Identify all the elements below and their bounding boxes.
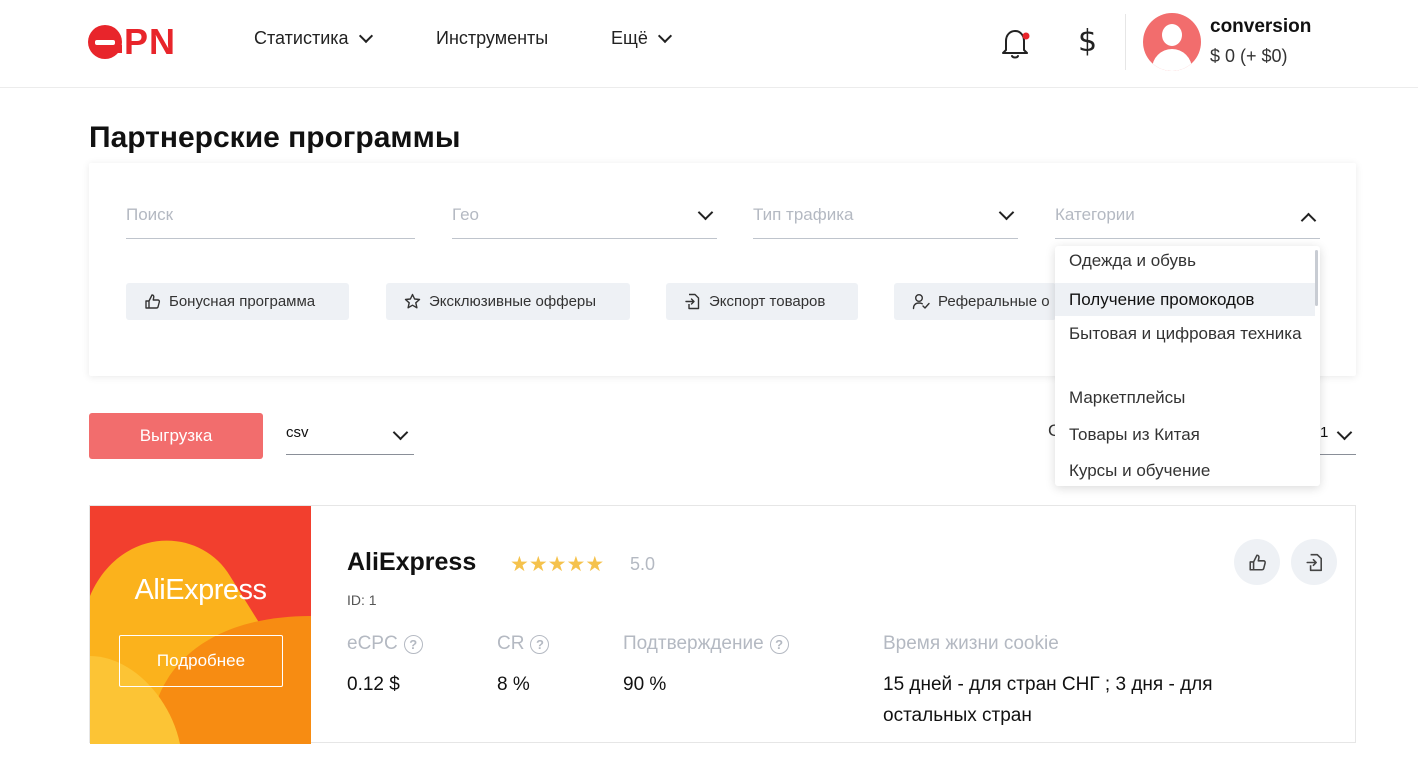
header-divider [1125, 14, 1126, 70]
cr-value: 8 % [497, 674, 530, 695]
page-title: Партнерские программы [89, 121, 461, 154]
nav-more-label: Ещё [611, 28, 648, 48]
chip-label: Эксклюзивные офферы [429, 293, 597, 310]
traffic-placeholder: Тип трафика [753, 205, 854, 224]
geo-placeholder: Гео [452, 205, 479, 224]
star-icon: ★ [547, 552, 567, 576]
geo-select[interactable]: Гео [452, 204, 717, 239]
category-option[interactable]: Курсы и обучение [1055, 457, 1315, 484]
user-name[interactable]: conversion [1210, 16, 1311, 38]
aliexpress-logo-text: AliExpress [134, 574, 268, 606]
dropdown-scrollbar[interactable] [1315, 250, 1318, 306]
nav-more[interactable]: Ещё [611, 28, 672, 49]
star-icon: ★ [510, 552, 529, 576]
bell-icon[interactable] [1000, 26, 1030, 60]
chevron-down-icon [1336, 424, 1353, 441]
avatar-person-icon [1162, 24, 1182, 46]
nav-tools[interactable]: Инструменты [436, 28, 548, 49]
search-placeholder: Поиск [126, 205, 174, 224]
export-format-select[interactable]: csv [286, 418, 414, 455]
categories-dropdown: Одежда и обувь Получение промокодов Быто… [1055, 246, 1320, 486]
sort-select[interactable]: 1 [1320, 418, 1356, 455]
offer-card: AliExpress Подробнее AliExpress ★ ★ ★ ★ … [89, 505, 1356, 744]
nav-tools-label: Инструменты [436, 28, 549, 48]
category-option[interactable]: Получение промокодов [1055, 283, 1315, 316]
categories-placeholder: Категории [1055, 205, 1135, 224]
top-header: PN Статистика Инструменты Ещё $ conversi… [0, 0, 1418, 88]
export-button[interactable]: Выгрузка [89, 413, 263, 459]
referral-chip[interactable]: Реферальные о [894, 283, 1056, 320]
export-products-chip[interactable]: Экспорт товаров [666, 283, 858, 320]
more-details-button[interactable]: Подробнее [119, 635, 283, 687]
logo-text: PN [124, 21, 177, 62]
offer-banner-shapes [90, 506, 311, 744]
star-icon: ★ [566, 552, 586, 576]
thumb-up-icon [145, 294, 161, 309]
help-icon[interactable]: ? [530, 634, 550, 654]
chip-label: Бонусная программа [169, 293, 316, 310]
star-icon: ★ [585, 552, 605, 576]
export-icon [685, 293, 700, 310]
nav-statistics-label: Статистика [254, 28, 349, 48]
bonus-program-chip[interactable]: Бонусная программа [126, 283, 349, 320]
export-offer-button[interactable] [1291, 539, 1337, 585]
offer-image[interactable]: AliExpress Подробнее [90, 506, 311, 744]
sort-value-fragment: 1 [1320, 424, 1329, 441]
chevron-down-icon [358, 28, 373, 43]
category-option[interactable]: Бытовая и цифровая техника [1055, 320, 1315, 347]
logo-e-mark-icon [88, 25, 122, 59]
chip-label: Экспорт товаров [709, 293, 826, 310]
cr-label: CR ? [497, 633, 550, 655]
like-offer-button[interactable] [1234, 539, 1280, 585]
chevron-down-icon [392, 424, 409, 441]
cookie-lifetime-label: Время жизни cookie [883, 633, 1059, 654]
user-balance: $ 0 (+ $0) [1210, 46, 1288, 66]
star-icon: ★ [528, 552, 548, 576]
cookie-lifetime-value: 15 дней - для стран СНГ ; 3 дня - для ос… [883, 674, 1213, 726]
rating-value: 5.0 [630, 554, 656, 574]
chip-label: Реферальные о [938, 293, 1050, 310]
approval-label: Подтверждение ? [623, 633, 789, 655]
export-format-value: csv [286, 424, 309, 441]
chevron-up-icon [1300, 212, 1317, 229]
chevron-down-icon [657, 28, 672, 43]
nav-statistics[interactable]: Статистика [254, 28, 373, 49]
thumb-up-icon [1248, 553, 1266, 571]
ecpc-value: 0.12 $ [347, 674, 400, 695]
help-icon[interactable]: ? [403, 634, 423, 654]
star-icon [404, 293, 421, 309]
categories-select[interactable]: Категории [1055, 205, 1320, 239]
ecpc-label: eCPC ? [347, 633, 423, 655]
help-icon[interactable]: ? [769, 634, 789, 654]
export-icon [1305, 553, 1322, 571]
dollar-icon[interactable]: $ [1078, 24, 1097, 59]
offer-name[interactable]: AliExpress [347, 548, 476, 577]
chevron-down-icon [697, 204, 714, 221]
search-input[interactable]: Поиск [126, 205, 415, 239]
category-option[interactable]: Товары из Китая [1055, 421, 1315, 448]
user-check-icon [912, 294, 930, 310]
rating-stars: ★ ★ ★ ★ ★ [510, 553, 604, 575]
epn-logo[interactable]: PN [88, 21, 177, 62]
category-option[interactable]: Маркетплейсы [1055, 384, 1315, 411]
category-option[interactable]: Одежда и обувь [1055, 247, 1315, 274]
offer-id: ID: 1 [347, 592, 377, 608]
chevron-down-icon [998, 204, 1015, 221]
traffic-type-select[interactable]: Тип трафика [753, 204, 1018, 239]
exclusive-offers-chip[interactable]: Эксклюзивные офферы [386, 283, 630, 320]
approval-value: 90 % [623, 674, 667, 695]
avatar[interactable] [1143, 13, 1201, 71]
